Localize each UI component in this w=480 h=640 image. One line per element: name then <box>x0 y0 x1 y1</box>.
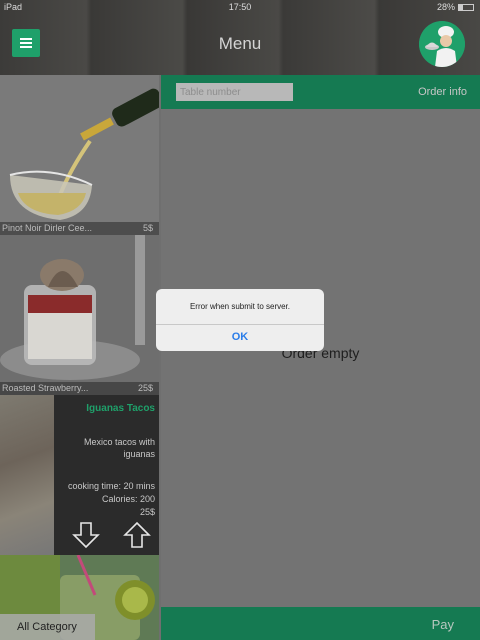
pay-button[interactable]: Pay <box>432 617 454 632</box>
battery-percent: 28% <box>436 2 455 12</box>
menu-item-price: 25$ <box>137 383 153 393</box>
dish-price: 25$ <box>139 507 155 517</box>
menu-item-price: 5$ <box>142 223 153 233</box>
menu-item-dessert[interactable]: Roasted Strawberry... 25$ <box>0 235 159 395</box>
battery-icon <box>458 3 474 11</box>
battery-status: 28% <box>437 2 474 12</box>
order-info-button[interactable]: Order info <box>418 86 467 98</box>
pay-bar: Pay <box>161 607 480 640</box>
description-line: Mexico tacos with <box>83 437 155 447</box>
chef-icon <box>419 21 465 67</box>
page-title: Menu <box>218 34 262 53</box>
order-panel: Order info Order empty Pay <box>161 75 480 640</box>
description-line: iguanas <box>123 449 155 459</box>
clock: 17:50 <box>228 2 252 12</box>
arrow-up-icon[interactable] <box>123 521 151 549</box>
quantity-controls <box>72 521 151 549</box>
menu-item-name: Roasted Strawberry... <box>2 383 89 393</box>
wine-image <box>0 75 159 235</box>
dish-description: Mexico tacos with iguanas <box>58 436 155 460</box>
tacos-image <box>0 395 54 555</box>
menu-item-detail-card[interactable]: Iguanas Tacos Mexico tacos with iguanas … <box>0 395 159 555</box>
menu-list[interactable]: Pinot Noir Dirler Cee... 5$ Roasted Stra… <box>0 75 159 640</box>
dessert-image <box>0 235 159 395</box>
arrow-down-icon[interactable] <box>72 521 100 549</box>
dish-details: cooking time: 20 mins Calories: 200 25$ <box>58 480 155 519</box>
order-header: Order info <box>161 75 480 109</box>
battery-fill <box>459 4 463 10</box>
alert-ok-button[interactable]: OK <box>156 324 324 351</box>
cooking-time: cooking time: 20 mins <box>67 481 155 491</box>
menu-item-caption: Pinot Noir Dirler Cee... 5$ <box>0 222 159 235</box>
calories: Calories: 200 <box>101 494 155 504</box>
chef-avatar[interactable] <box>419 21 465 67</box>
menu-item-wine[interactable]: Pinot Noir Dirler Cee... 5$ <box>0 75 159 235</box>
menu-item-name: Pinot Noir Dirler Cee... <box>2 223 93 233</box>
menu-item-caption: Roasted Strawberry... 25$ <box>0 382 159 395</box>
all-category-button[interactable]: All Category <box>0 614 95 640</box>
detail-panel: Iguanas Tacos Mexico tacos with iguanas … <box>54 395 159 555</box>
dish-name: Iguanas Tacos <box>86 403 155 414</box>
error-alert-dialog: Error when submit to server. OK <box>156 289 324 351</box>
alert-message: Error when submit to server. <box>189 302 291 311</box>
table-number-input[interactable] <box>176 83 293 101</box>
status-bar: iPad 17:50 28% <box>0 0 480 14</box>
